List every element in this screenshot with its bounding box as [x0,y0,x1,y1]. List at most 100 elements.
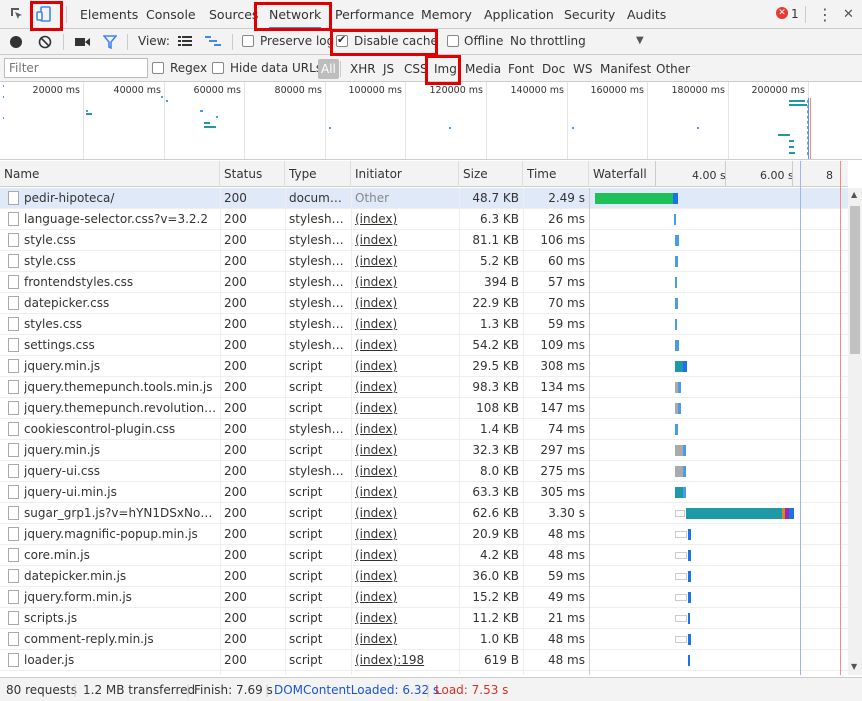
scroll-down-icon[interactable]: ▼ [851,662,857,671]
scrollbar-thumb[interactable] [850,206,860,354]
request-initiator[interactable]: (index) [355,209,455,230]
table-row[interactable]: datepicker.min.js 200 script (index) 36.0 KB… [0,566,848,587]
table-row[interactable]: settings.css 200 stylesheet (index) 54.2 KB 1… [0,335,848,356]
table-row[interactable]: comment-reply.min.js 200 script (index) 1.0 … [0,629,848,650]
filter-type-other[interactable]: Other [654,59,692,79]
request-initiator[interactable]: (index) [355,293,455,314]
regex-checkbox[interactable] [152,62,164,74]
tab-network[interactable]: Network [269,0,322,29]
request-initiator[interactable]: (index) [355,398,455,419]
column-time[interactable]: Time [523,161,589,187]
request-name[interactable]: jquery.form.min.js [24,587,217,608]
record-icon[interactable] [10,36,22,48]
request-initiator[interactable]: (index) [355,629,455,650]
request-initiator[interactable]: (index) [355,566,455,587]
filter-input[interactable] [4,58,148,78]
disable-cache-checkbox[interactable] [336,33,348,47]
table-row[interactable]: scripts.js 200 script (index) 11.2 KB 21 ms [0,608,848,629]
request-initiator[interactable]: (index) [355,377,455,398]
filter-type-img[interactable]: Img [432,59,459,79]
scroll-up-icon[interactable]: ▲ [851,190,857,199]
tab-elements[interactable]: Elements [80,0,138,29]
table-row[interactable]: jquery.magnific-popup.min.js 200 script (in… [0,524,848,545]
table-row[interactable]: language-selector.css?v=3.2.2 200 styleshe… [0,209,848,230]
filter-type-js[interactable]: JS [381,59,396,79]
table-row[interactable]: pedir-hipoteca/200 document Other 48.7 KB 2.… [0,188,848,209]
request-name[interactable]: jquery.min.js [24,356,217,377]
request-initiator[interactable]: (index) [355,440,455,461]
request-name[interactable]: jquery.magnific-popup.min.js [24,524,217,545]
request-name[interactable]: jquery.min.js [24,440,217,461]
table-row[interactable]: cookiescontrol-plugin.css 200 stylesheet (i… [0,419,848,440]
filter-type-all[interactable]: All [318,59,339,79]
table-row[interactable]: jquery.themepunch.revolution.min... 200 sc… [0,398,848,419]
preserve-log-checkbox[interactable] [242,35,254,47]
chevron-down-icon[interactable]: ▼ [636,35,644,46]
table-row[interactable]: jquery.form.min.js 200 script (index) 15.2 K… [0,587,848,608]
request-name[interactable]: language-selector.css?v=3.2.2 [24,209,217,230]
overview-icon[interactable] [205,35,221,47]
filter-type-doc[interactable]: Doc [540,59,567,79]
vertical-scrollbar[interactable]: ▲ ▼ [848,188,862,675]
tab-sources[interactable]: Sources [209,0,258,29]
request-name[interactable]: loader.js [24,650,217,671]
request-name[interactable]: styles.css [24,314,217,335]
hide-data-urls-label[interactable]: Hide data URLs [230,61,322,75]
request-initiator[interactable]: (index) [355,608,455,629]
error-count[interactable]: 1 [791,0,799,29]
request-initiator[interactable]: (index) [355,251,455,272]
request-name[interactable]: style.css [24,230,217,251]
table-row[interactable]: style.css 200 stylesheet (index) 81.1 KB 106 … [0,230,848,251]
request-name[interactable]: core.min.js [24,545,217,566]
request-name[interactable]: jquery-ui.css [24,461,217,482]
table-row[interactable]: datepicker.css 200 stylesheet (index) 22.9 K… [0,293,848,314]
tab-performance[interactable]: Performance [335,0,414,29]
request-initiator[interactable]: (index) [355,482,455,503]
large-rows-icon[interactable] [178,35,192,47]
request-name[interactable]: pedir-hipoteca/ [24,188,217,209]
request-initiator[interactable]: (index) [355,545,455,566]
regex-label[interactable]: Regex [170,61,207,75]
inspect-element-icon[interactable] [6,3,28,25]
request-initiator[interactable]: (index) [355,587,455,608]
request-initiator[interactable]: (index) [355,524,455,545]
error-badge-icon[interactable]: ✕ [776,7,788,19]
filter-type-media[interactable]: Media [463,59,503,79]
filter-type-ws[interactable]: WS [571,59,594,79]
offline-label[interactable]: Offline [464,34,503,48]
column-initiator[interactable]: Initiator [351,161,459,187]
table-row[interactable]: jquery.min.js 200 script (index) 29.5 KB 308 … [0,356,848,377]
table-row[interactable]: jquery-ui.min.js 200 script (index) 63.3 KB 3… [0,482,848,503]
request-name[interactable]: datepicker.min.js [24,566,217,587]
request-initiator[interactable]: (index) [355,335,455,356]
table-row[interactable]: jquery.min.js 200 script (index) 32.3 KB 297 … [0,440,848,461]
tab-console[interactable]: Console [146,0,196,29]
offline-checkbox[interactable] [447,35,459,47]
request-initiator[interactable]: (index) [355,419,455,440]
tab-security[interactable]: Security [564,0,615,29]
preserve-log-label[interactable]: Preserve log [260,34,334,48]
overview-timeline[interactable]: 20000 ms 40000 ms 60000 ms 80000 ms 100000 m… [0,82,862,160]
request-initiator[interactable]: (index) [355,230,455,251]
close-devtools-icon[interactable]: ✕ [843,0,854,29]
column-type[interactable]: Type [285,161,351,187]
column-status[interactable]: Status [220,161,285,187]
capture-screenshots-icon[interactable] [75,36,91,48]
filter-type-css[interactable]: CSS [402,59,430,79]
request-name[interactable]: jquery.themepunch.tools.min.js [24,377,217,398]
filter-type-manifest[interactable]: Manifest [598,59,653,79]
table-row[interactable]: core.min.js 200 script (index) 4.2 KB 48 ms [0,545,848,566]
table-row[interactable]: loader.js 200 script (index):198 619 B 48 ms [0,650,848,671]
request-name[interactable]: jquery-ui.min.js [24,482,217,503]
table-row[interactable]: sugar_grp1.js?v=hYN1DSxNonOjqJ... 200 scri… [0,503,848,524]
column-waterfall[interactable]: Waterfall [589,161,659,187]
tab-memory[interactable]: Memory [421,0,472,29]
request-name[interactable]: cookiescontrol-plugin.css [24,419,217,440]
column-size[interactable]: Size [459,161,523,187]
hide-data-urls-checkbox[interactable] [212,62,224,74]
request-name[interactable]: sugar_grp1.js?v=hYN1DSxNonOjqJ... [24,503,217,524]
disable-cache-label[interactable]: Disable cache [354,34,438,48]
request-initiator[interactable]: (index) [355,314,455,335]
request-initiator[interactable]: (index):198 [355,650,455,671]
table-row[interactable]: frontendstyles.css 200 stylesheet (index) 39… [0,272,848,293]
